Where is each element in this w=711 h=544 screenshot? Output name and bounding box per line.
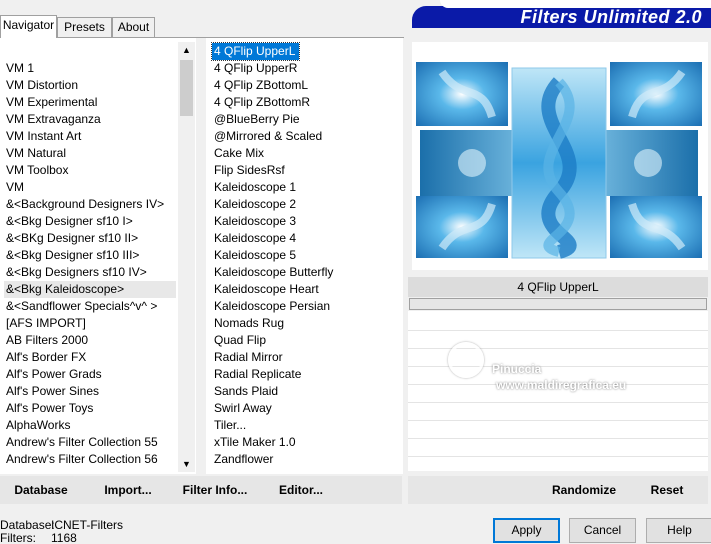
category-item[interactable]: VM 1 <box>4 60 176 77</box>
filter-item[interactable]: Tiler... <box>212 417 246 434</box>
help-button[interactable]: Help <box>646 518 711 543</box>
filter-item[interactable]: Kaleidoscope 4 <box>212 230 296 247</box>
filter-item[interactable]: Swirl Away <box>212 400 272 417</box>
database-label: Database: <box>0 518 55 532</box>
filter-item[interactable]: Kaleidoscope Persian <box>212 298 330 315</box>
database-button[interactable]: Database <box>6 476 76 504</box>
scroll-up-icon[interactable]: ▲ <box>178 42 195 59</box>
preview-image <box>412 42 708 270</box>
category-item[interactable]: &<Bkg Designer sf10 III> <box>4 247 176 264</box>
import-button[interactable]: Import... <box>98 476 158 504</box>
param-divider <box>408 420 708 421</box>
scroll-thumb[interactable] <box>180 60 193 116</box>
category-item[interactable]: [AFS IMPORT] <box>4 315 176 332</box>
filter-item[interactable]: Zandflower <box>212 451 273 468</box>
tab-presets[interactable]: Presets <box>57 17 112 37</box>
filters-count: 1168 <box>51 531 77 544</box>
progress-bar <box>409 298 707 310</box>
filter-item[interactable]: Kaleidoscope 1 <box>212 179 296 196</box>
filter-item[interactable]: Radial Replicate <box>212 366 301 383</box>
filter-item[interactable]: Kaleidoscope 3 <box>212 213 296 230</box>
filter-item[interactable]: Kaleidoscope Heart <box>212 281 319 298</box>
category-item[interactable]: VM Distortion <box>4 77 176 94</box>
category-item[interactable]: Alf's Power Grads <box>4 366 176 383</box>
app-title: Filters Unlimited 2.0 <box>520 7 702 27</box>
category-item[interactable]: &<BKg Designer sf10 II> <box>4 230 176 247</box>
tab-navigator[interactable]: Navigator <box>0 15 57 38</box>
filter-item[interactable]: Radial Mirror <box>212 349 283 366</box>
database-value: ICNET-Filters <box>51 518 123 532</box>
category-item[interactable]: VM Experimental <box>4 94 176 111</box>
current-filter-name: 4 QFlip UpperL <box>408 277 708 297</box>
filter-item[interactable]: @Mirrored & Scaled <box>212 128 322 145</box>
category-item[interactable]: Alf's Power Toys <box>4 400 176 417</box>
randomize-button[interactable]: Randomize <box>546 476 622 504</box>
scroll-down-icon[interactable]: ▼ <box>178 456 195 473</box>
category-item[interactable]: &<Bkg Designer sf10 I> <box>4 213 176 230</box>
category-item[interactable]: Alf's Power Sines <box>4 383 176 400</box>
filters-label: Filters: <box>0 531 36 544</box>
param-divider <box>408 330 708 331</box>
watermark-url: www.maldiregrafica.eu <box>496 378 627 392</box>
editor-button[interactable]: Editor... <box>274 476 328 504</box>
category-item[interactable]: VM Instant Art <box>4 128 176 145</box>
category-item[interactable]: VM <box>4 179 176 196</box>
category-list[interactable]: VM 1 VM Distortion VM Experimental VM Extra… <box>0 38 196 474</box>
filter-info-button[interactable]: Filter Info... <box>178 476 252 504</box>
category-item[interactable]: VM Extravaganza <box>4 111 176 128</box>
filter-item[interactable]: Flip SidesRsf <box>212 162 285 179</box>
apply-button[interactable]: Apply <box>493 518 560 543</box>
category-item[interactable]: AlphaWorks <box>4 417 176 434</box>
filter-item[interactable]: Cake Mix <box>212 145 264 162</box>
kaleidoscope-preview <box>412 42 708 270</box>
filter-item[interactable]: Quad Flip <box>212 332 266 349</box>
category-item[interactable]: Andrew's Filter Collection 55 <box>4 434 176 451</box>
filter-item[interactable]: Sands Plaid <box>212 383 278 400</box>
filter-item[interactable]: xTile Maker 1.0 <box>212 434 296 451</box>
category-item[interactable]: Andrew's Filter Collection 56 <box>4 451 176 468</box>
filter-item[interactable]: Nomads Rug <box>212 315 284 332</box>
cancel-button[interactable]: Cancel <box>569 518 636 543</box>
filter-item[interactable]: Kaleidoscope 2 <box>212 196 296 213</box>
category-item[interactable]: VM Natural <box>4 145 176 162</box>
category-item[interactable]: AB Filters 2000 <box>4 332 176 349</box>
tab-about[interactable]: About <box>112 17 155 37</box>
watermark-name: Pinuccia <box>492 362 542 376</box>
filter-item[interactable]: Kaleidoscope Butterfly <box>212 264 333 281</box>
category-item[interactable]: &<Bkg Designers sf10 IV> <box>4 264 176 281</box>
filter-item[interactable]: 4 QFlip ZBottomL <box>212 77 308 94</box>
filter-item[interactable]: Kaleidoscope 5 <box>212 247 296 264</box>
category-item[interactable]: VM Toolbox <box>4 162 176 179</box>
category-item[interactable]: &<Background Designers IV> <box>4 196 176 213</box>
filter-list[interactable]: 4 QFlip UpperL 4 QFlip UpperR 4 QFlip ZBot… <box>206 38 403 474</box>
category-item[interactable]: Alf's Border FX <box>4 349 176 366</box>
filter-item[interactable]: @BlueBerry Pie <box>212 111 300 128</box>
param-divider <box>408 456 708 457</box>
watermark-icon <box>448 342 484 378</box>
param-divider <box>408 402 708 403</box>
param-divider <box>408 438 708 439</box>
category-item[interactable]: &<Sandflower Specials^v^ > <box>4 298 176 315</box>
filter-item[interactable]: 4 QFlip ZBottomR <box>212 94 310 111</box>
filter-item[interactable]: 4 QFlip UpperL <box>210 42 301 61</box>
category-item[interactable]: &<Bkg Kaleidoscope> <box>4 281 176 298</box>
reset-button[interactable]: Reset <box>644 476 690 504</box>
filter-item[interactable]: 4 QFlip UpperR <box>212 60 297 77</box>
